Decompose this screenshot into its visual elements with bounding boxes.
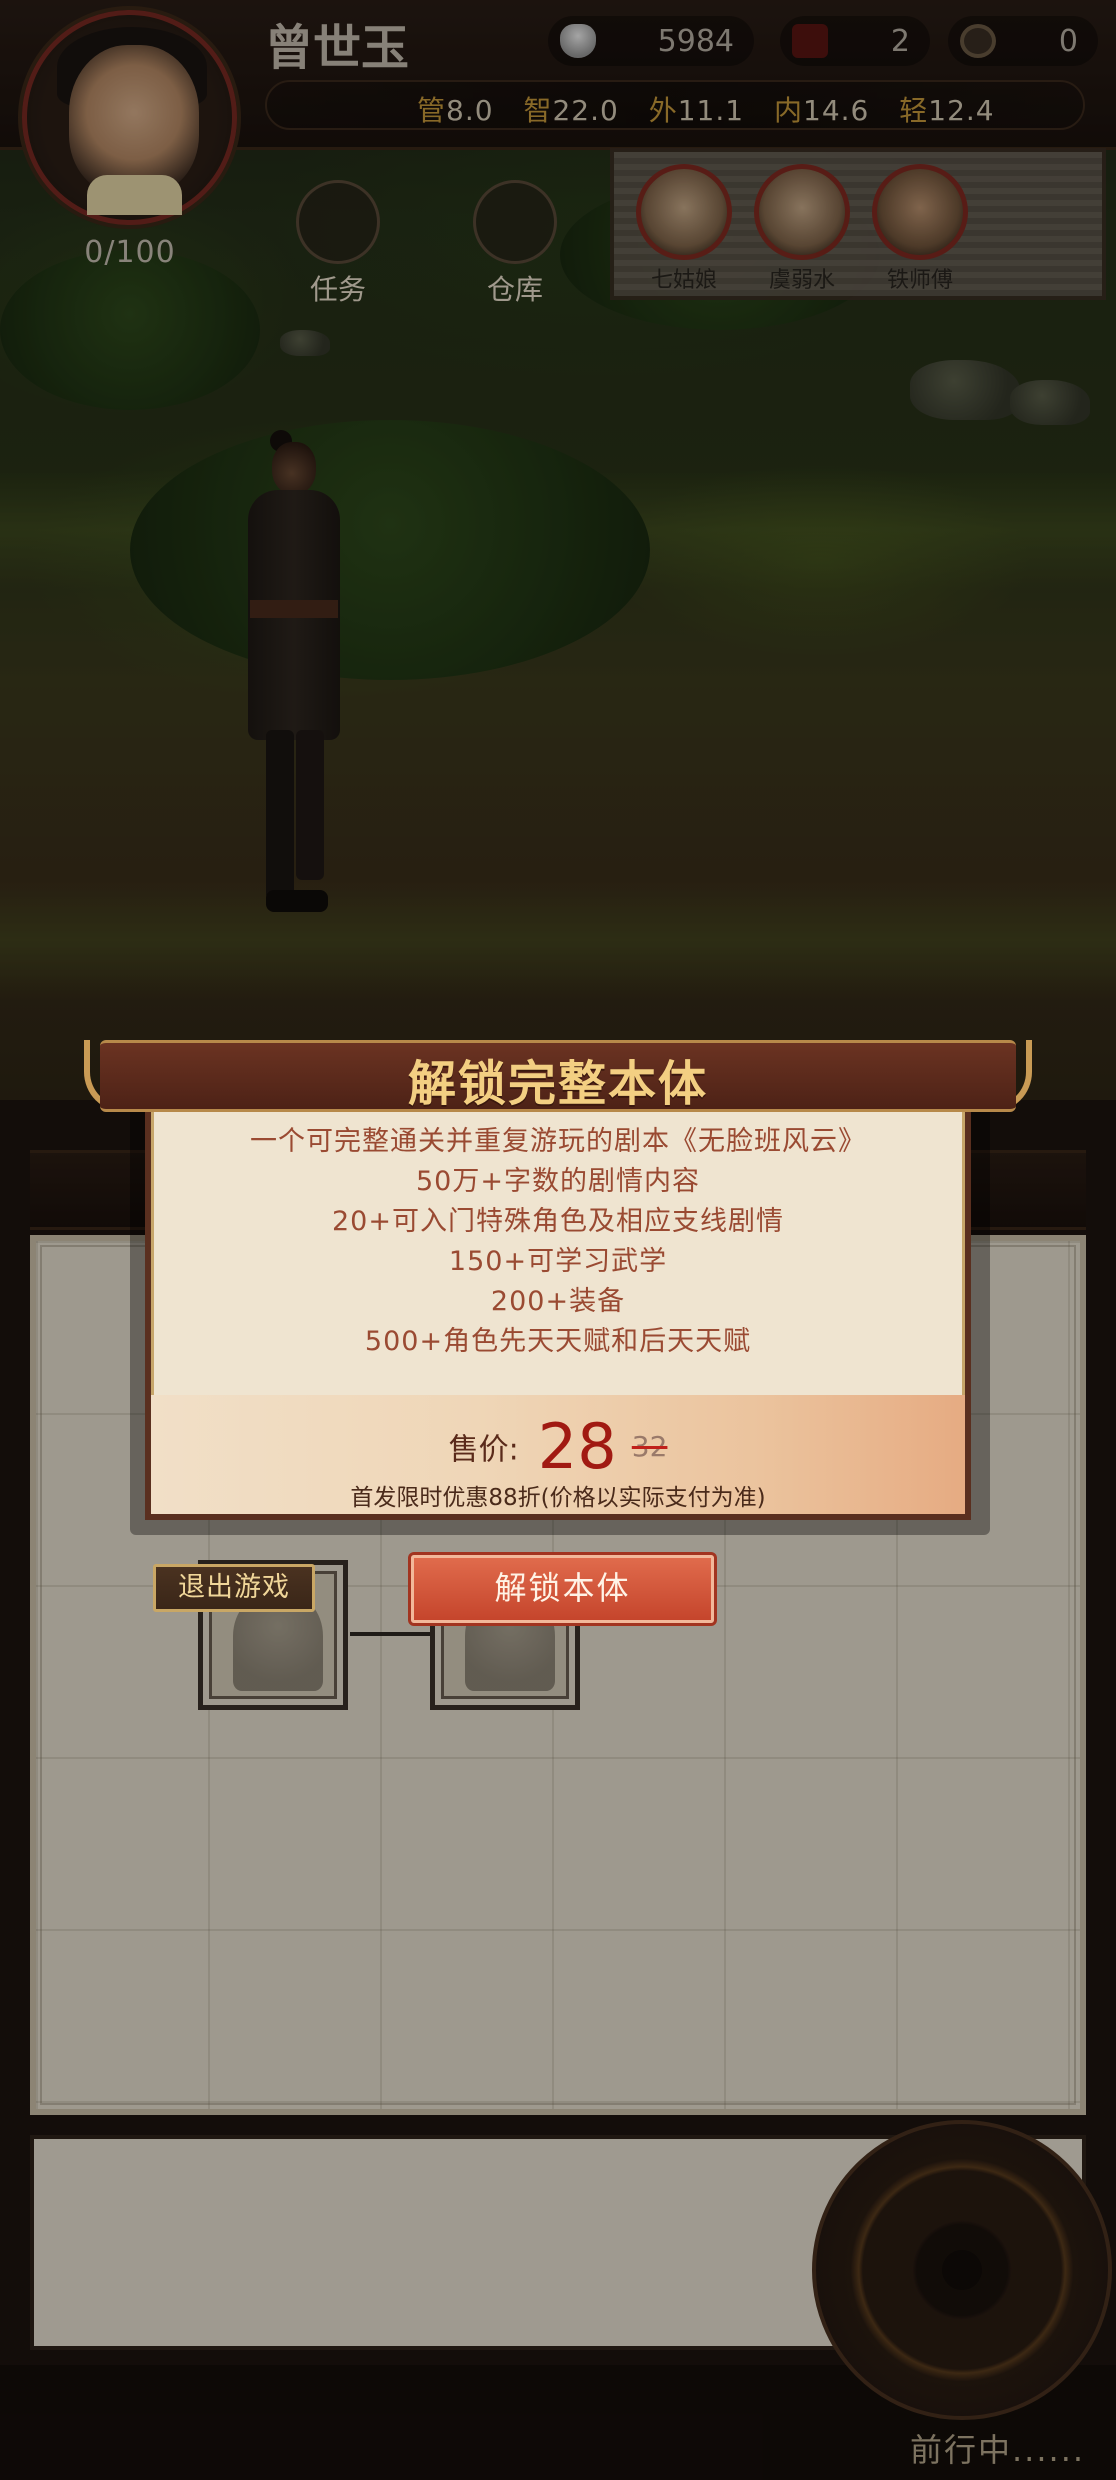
moving-status: 前行中...... <box>910 2431 1086 2469</box>
feature-item: 20+可入门特殊角色及相应支线剧情 <box>332 1206 784 1237</box>
party-member-portrait <box>636 164 732 260</box>
task-button[interactable]: 任务 <box>283 180 393 308</box>
party-panel: 七姑娘 虞弱水 铁师傅 <box>610 148 1106 300</box>
feature-item: 150+可学习武学 <box>448 1246 668 1277</box>
player-name: 曾世玉 <box>265 20 410 76</box>
grass-band <box>0 880 1116 1000</box>
party-member-name: 铁师傅 <box>886 268 953 293</box>
party-member[interactable]: 铁师傅 <box>870 164 970 294</box>
house-icon <box>473 180 557 264</box>
coin-value: 0 <box>1058 24 1078 59</box>
price-original: 32 <box>631 1430 668 1463</box>
feature-item: 500+角色先天天赋和后天天赋 <box>364 1326 752 1357</box>
unlock-button[interactable]: 解锁本体 <box>411 1555 714 1623</box>
hp-value: 0/100 <box>84 235 176 270</box>
rock <box>1010 380 1090 425</box>
ticket-icon <box>792 24 828 58</box>
silver-value: 5984 <box>657 24 734 59</box>
coin-resource: 0 <box>948 16 1098 66</box>
map-path <box>350 1632 430 1636</box>
attribute-bar: 管8.0 智22.0 外11.1 内14.6 轻12.4 <box>265 80 1085 130</box>
stat-wai: 外11.1 <box>648 94 745 127</box>
player-character[interactable] <box>230 430 360 920</box>
coin-icon <box>960 24 996 58</box>
stat-guan: 管8.0 <box>417 94 494 127</box>
party-member[interactable]: 虞弱水 <box>752 164 852 294</box>
ticket-value: 2 <box>890 24 910 59</box>
bush <box>130 420 650 680</box>
task-label: 任务 <box>309 273 366 306</box>
price-line: 售价: 28 32 <box>151 1410 965 1483</box>
player-avatar[interactable] <box>22 10 237 225</box>
warehouse-button[interactable]: 仓库 <box>460 180 570 308</box>
stat-nei: 内14.6 <box>773 94 870 127</box>
stat-qing: 轻12.4 <box>899 94 995 127</box>
bush <box>0 250 260 410</box>
ticket-resource: 2 <box>780 16 930 66</box>
rock <box>910 360 1020 420</box>
silver-resource: 5984 <box>548 16 754 66</box>
rock <box>280 330 330 356</box>
compass-center <box>942 2250 982 2290</box>
feature-item: 200+装备 <box>490 1286 626 1317</box>
feature-list: 一个可完整通关并重复游玩的剧本《无脸班风云》 50万+字数的剧情内容 20+可入… <box>151 1122 965 1362</box>
price-note: 首发限时优惠88折(价格以实际支付为准) <box>350 1485 766 1511</box>
feature-item: 50万+字数的剧情内容 <box>416 1166 700 1197</box>
price-current: 28 <box>537 1410 617 1483</box>
silver-ingot-icon <box>560 24 596 58</box>
stat-zhi: 智22.0 <box>523 94 619 127</box>
price-label: 售价: <box>448 1432 519 1468</box>
warehouse-label: 仓库 <box>486 273 543 306</box>
exit-game-button[interactable]: 退出游戏 <box>153 1564 315 1612</box>
party-member-portrait <box>872 164 968 260</box>
modal-title: 解锁完整本体 <box>407 1056 708 1112</box>
party-member-portrait <box>754 164 850 260</box>
scroll-icon <box>296 180 380 264</box>
party-member-name: 七姑娘 <box>650 268 717 293</box>
party-member[interactable]: 七姑娘 <box>634 164 734 294</box>
feature-item: 一个可完整通关并重复游玩的剧本《无脸班风云》 <box>250 1126 866 1157</box>
party-member-name: 虞弱水 <box>768 268 835 293</box>
